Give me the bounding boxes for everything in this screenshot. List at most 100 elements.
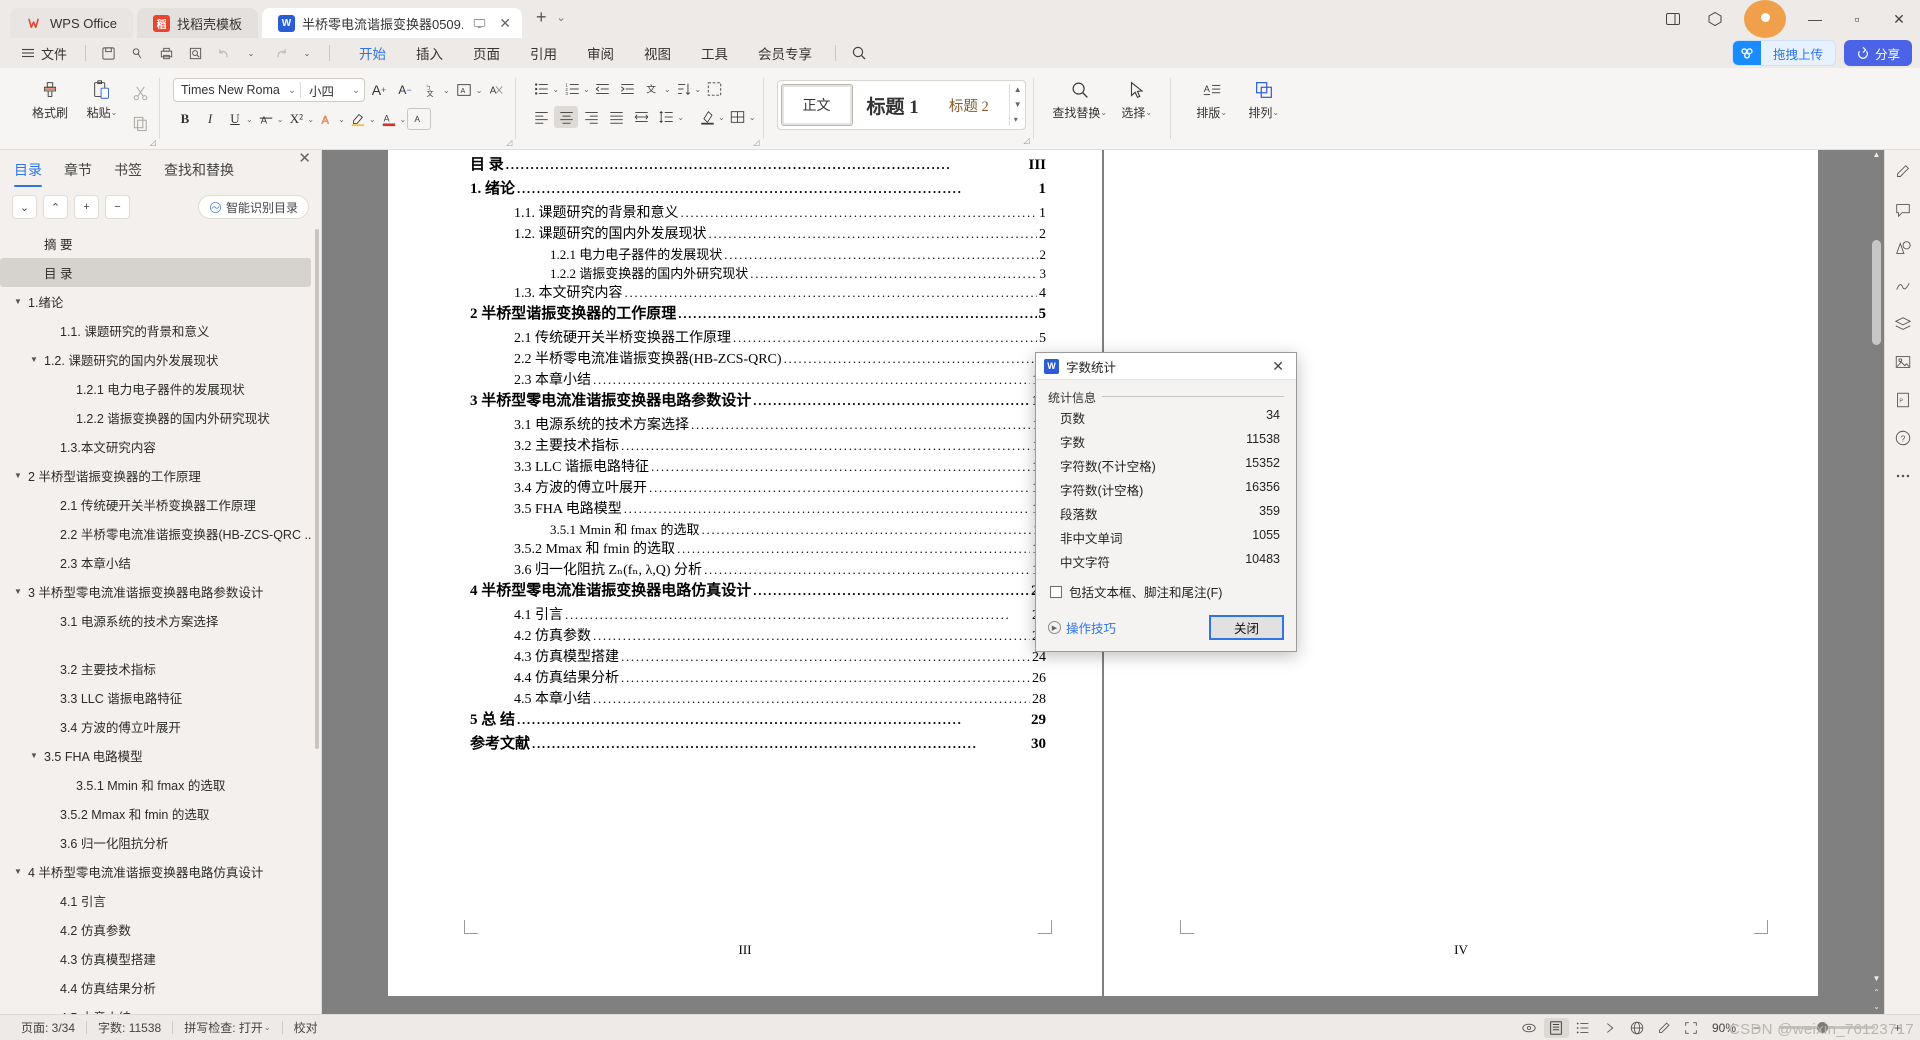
- chevron-down-icon[interactable]: ▼: [14, 867, 24, 876]
- ribbon-tab-page[interactable]: 页面: [459, 39, 514, 67]
- ribbon-tab-tools[interactable]: 工具: [687, 39, 742, 67]
- nav-toc-item[interactable]: ▼4.5 本章小结: [0, 1002, 311, 1014]
- more-icon[interactable]: [1890, 464, 1916, 488]
- typeset-caret[interactable]: ⌄: [1220, 108, 1227, 117]
- text-effects-caret[interactable]: ⌄: [338, 115, 345, 124]
- nav-toc-item[interactable]: ▼4.4 仿真结果分析: [0, 973, 311, 1002]
- edit-mode-icon[interactable]: [1652, 1018, 1677, 1038]
- new-tab-button[interactable]: +: [526, 7, 557, 32]
- help-icon[interactable]: ?: [1890, 426, 1916, 450]
- nav-toc-item[interactable]: ▼ 2 半桥型谐振变换器的工作原理: [0, 461, 311, 490]
- borders-icon[interactable]: [726, 106, 750, 128]
- style-item-heading2[interactable]: 标题 2: [933, 84, 1005, 126]
- paragraph-dialog-launcher[interactable]: ◿: [753, 138, 759, 147]
- doc-tab-active[interactable]: W 半桥零电流谐振变换器0509.d ✕: [261, 8, 522, 38]
- nav-toc-item[interactable]: ▼4.1 引言: [0, 886, 311, 915]
- format-painter-button[interactable]: 格式刷: [24, 74, 76, 121]
- style-scroll-up[interactable]: ▲: [1014, 84, 1022, 96]
- nav-toc-item[interactable]: ▼目 录: [0, 258, 311, 287]
- layers-icon[interactable]: [1890, 312, 1916, 336]
- file-menu-button[interactable]: 文件: [12, 41, 76, 66]
- font-family-input[interactable]: Times New Roma: [174, 83, 284, 97]
- ribbon-tab-view[interactable]: 视图: [630, 39, 685, 67]
- highlight-button[interactable]: [346, 108, 370, 130]
- include-textboxes-checkbox[interactable]: 包括文本框、脚注和尾注(F): [1050, 582, 1284, 601]
- minimize-button[interactable]: —: [1794, 0, 1836, 38]
- paste-dropdown-caret[interactable]: ⌄: [111, 108, 118, 117]
- toc-entry[interactable]: 4.1 引言..................................…: [514, 608, 1046, 623]
- app-tab-wps-office[interactable]: WPS Office: [10, 8, 133, 38]
- page-layout-icon[interactable]: [1543, 1017, 1569, 1038]
- save-icon[interactable]: [95, 42, 121, 64]
- spellcheck-indicator[interactable]: 拼写检查: 打开 ⌄: [173, 1019, 281, 1036]
- nav-toc-item[interactable]: ▼3.3 LLC 谐振电路特征: [0, 683, 311, 712]
- align-right-icon[interactable]: [579, 106, 603, 128]
- cloud-sync-icon[interactable]: [124, 42, 150, 64]
- outline-view-icon[interactable]: [1571, 1018, 1596, 1038]
- zoom-level-label[interactable]: 90%: [1706, 1021, 1742, 1035]
- toc-entry[interactable]: 2.2 半桥零电流准谐振变换器(HB-ZCS-QRC).............…: [514, 352, 1046, 367]
- toc-entry[interactable]: 3.3 LLC 谐振电路特征..........................…: [514, 460, 1046, 475]
- nav-toc-item[interactable]: ▼ 3.5 FHA 电路模型: [0, 741, 311, 770]
- distribute-icon[interactable]: [629, 106, 653, 128]
- nav-toc-item[interactable]: ▼3.5.1 Mmin 和 fmax 的选取: [0, 770, 311, 799]
- toc-entry[interactable]: 5 总 结...................................…: [470, 713, 1046, 728]
- toc-entry[interactable]: 3.1 电源系统的技术方案选择.........................…: [514, 418, 1046, 433]
- redo-icon[interactable]: [267, 42, 293, 64]
- proofread-button[interactable]: 校对: [283, 1019, 329, 1036]
- toc-entry[interactable]: 1.2. 课题研究的国内外发展现状.......................…: [514, 227, 1046, 242]
- upload-button[interactable]: 拖拽上传: [1731, 40, 1836, 66]
- sort-caret[interactable]: ⌄: [695, 85, 702, 94]
- toc-entry[interactable]: 2.3 本章小结................................…: [514, 373, 1046, 388]
- strikethrough-caret[interactable]: ⌄: [277, 115, 284, 124]
- nav-toc-item[interactable]: ▼ 3 半桥型零电流准谐振变换器电路参数设计: [0, 577, 311, 606]
- toc-entry[interactable]: 3.2 主要技术指标..............................…: [514, 439, 1046, 454]
- toc-entry[interactable]: 1.2.2 谐振变换器的国内外研究现状.....................…: [550, 267, 1046, 280]
- doc-tab-close-icon[interactable]: ✕: [496, 15, 514, 32]
- italic-button[interactable]: I: [198, 108, 222, 130]
- zoom-slider-thumb[interactable]: [1817, 1022, 1828, 1033]
- share-button[interactable]: 分享: [1843, 40, 1912, 66]
- pdf-icon[interactable]: P: [1890, 388, 1916, 412]
- toc-entry[interactable]: 目 录.....................................…: [470, 158, 1046, 173]
- ribbon-tab-review[interactable]: 审阅: [573, 39, 628, 67]
- zoom-out-button[interactable]: −: [1744, 1018, 1769, 1038]
- print-icon[interactable]: [153, 42, 179, 64]
- style-scroll-down[interactable]: ▼: [1014, 99, 1022, 111]
- font-color-caret[interactable]: ⌄: [400, 115, 407, 124]
- arrange-button[interactable]: 排列 ⌄: [1238, 74, 1290, 121]
- toc-entry[interactable]: 2.1 传统硬开关半桥变换器工作原理......................…: [514, 331, 1046, 346]
- maximize-button[interactable]: ▫: [1836, 0, 1878, 38]
- underline-caret[interactable]: ⌄: [246, 115, 253, 124]
- ribbon-tab-reference[interactable]: 引用: [516, 39, 571, 67]
- nav-toc-item[interactable]: ▼1.1. 课题研究的背景和意义: [0, 316, 311, 345]
- strikethrough-button[interactable]: A: [254, 108, 278, 130]
- toc-collapse-button[interactable]: ⌄: [12, 195, 37, 219]
- word-count-indicator[interactable]: 字数: 11538: [87, 1019, 172, 1036]
- eye-icon[interactable]: [1517, 1018, 1542, 1038]
- document-scrollbar[interactable]: ▲ ▼ ⌃ ⌄: [1872, 150, 1881, 1014]
- doc-tab-present-icon[interactable]: [470, 17, 489, 30]
- spellcheck-caret[interactable]: ⌄: [264, 1023, 271, 1032]
- nav-toc-item[interactable]: ▼4.2 仿真参数: [0, 915, 311, 944]
- pinyin-guide-icon[interactable]: ㄅ文: [419, 79, 443, 101]
- clipboard-dialog-launcher[interactable]: ◿: [150, 138, 156, 147]
- arrange-caret[interactable]: ⌄: [1272, 108, 1279, 117]
- align-justify-icon[interactable]: [604, 106, 628, 128]
- toc-entry[interactable]: 3.5 FHA 电路模型............................…: [514, 502, 1046, 517]
- nav-pane-close-icon[interactable]: ✕: [298, 149, 311, 167]
- toc-entry[interactable]: 4.4 仿真结果分析..............................…: [514, 671, 1046, 686]
- shading-caret[interactable]: ⌄: [718, 113, 725, 122]
- toc-entry[interactable]: 3.5.1 Mmin 和 fmax 的选取...................…: [550, 523, 1046, 536]
- bullet-list-caret[interactable]: ⌄: [552, 85, 559, 94]
- operation-tips-link[interactable]: ▶ 操作技巧: [1048, 618, 1116, 637]
- toc-list[interactable]: ▼摘 要▼目 录▼1.绪论▼1.1. 课题研究的背景和意义▼1.2. 课题研究的…: [0, 229, 321, 1014]
- align-left-icon[interactable]: [529, 106, 553, 128]
- read-view-icon[interactable]: [1598, 1018, 1623, 1038]
- undo-icon[interactable]: [211, 42, 237, 64]
- ribbon-tab-home[interactable]: 开始: [345, 39, 400, 67]
- asian-layout-caret[interactable]: ⌄: [664, 85, 671, 94]
- nav-toc-item[interactable]: ▼3.6 归一化阻抗分析: [0, 828, 311, 857]
- sort-icon[interactable]: [672, 78, 696, 100]
- line-spacing-icon[interactable]: [654, 106, 678, 128]
